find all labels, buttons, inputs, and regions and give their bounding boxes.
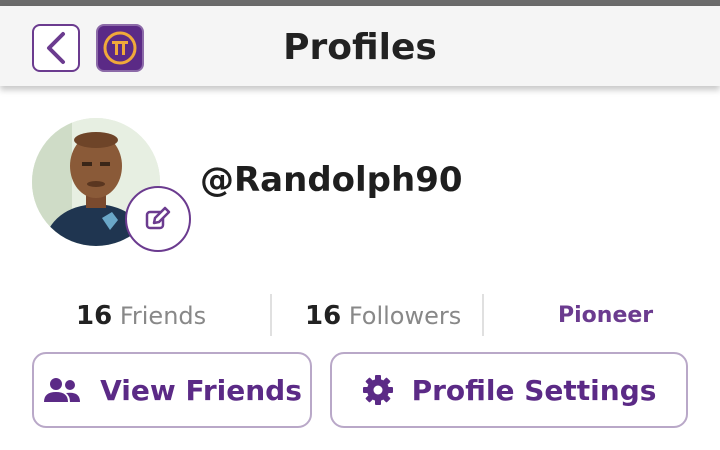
friends-count: 16 [76,301,113,331]
friends-stat: 16 Friends [76,292,206,340]
profile-stats: 16 Friends 16 Followers Pioneer [0,292,720,340]
view-friends-button[interactable]: View Friends [32,352,312,428]
friends-label: Friends [119,302,207,330]
followers-label: Followers [348,302,462,330]
chevron-left-icon [47,32,65,64]
username: @Randolph90 [200,160,463,200]
gear-icon [362,375,393,405]
role-badge: Pioneer [558,303,654,328]
pi-logo-icon[interactable] [96,24,144,72]
edit-avatar-button[interactable] [125,186,191,252]
stats-divider [270,294,272,336]
profile-settings-button[interactable]: Profile Settings [330,352,688,428]
avatar-container [32,118,191,252]
stats-divider [482,294,484,336]
followers-count: 16 [305,301,342,331]
profile-settings-label: Profile Settings [411,373,657,407]
pi-logo-mark [103,31,137,65]
pencil-icon [145,206,171,230]
page-title: Profiles [283,27,437,68]
app-header: Profiles [0,6,720,86]
people-icon [44,378,81,402]
followers-stat: 16 Followers [305,292,461,340]
view-friends-label: View Friends [100,373,302,407]
back-button[interactable] [32,24,80,72]
